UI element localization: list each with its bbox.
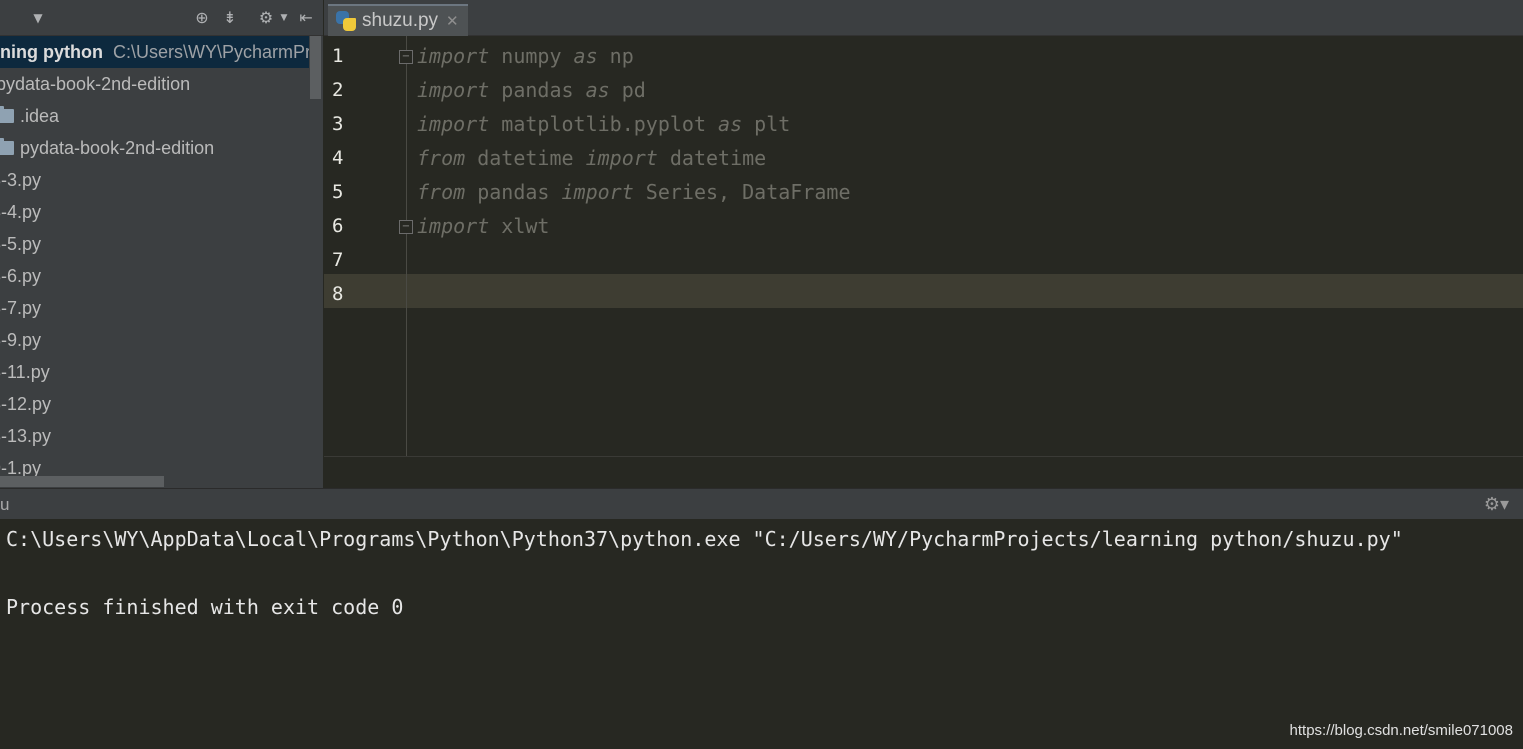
- tree-item[interactable]: 3-9.py: [0, 324, 41, 356]
- tree-item[interactable]: 3-5.py: [0, 228, 41, 260]
- console-exit-line: Process finished with exit code 0: [6, 595, 404, 619]
- close-icon[interactable]: ✕: [446, 12, 459, 30]
- dropdown-arrow-icon[interactable]: ▼: [28, 8, 48, 28]
- caret-line-highlight: [324, 274, 1523, 308]
- tree-horizontal-scrollbar[interactable]: [0, 475, 323, 488]
- project-tree: ning python C:\Users\WY\PycharmPro pydata…: [0, 36, 321, 478]
- code-line: from datetime import datetime: [417, 146, 767, 170]
- tree-item[interactable]: 3-4.py: [0, 196, 41, 228]
- project-path: C:\Users\WY\PycharmPro: [112, 42, 322, 62]
- fold-marker-icon[interactable]: −: [399, 220, 413, 234]
- editor-bottom-strip: [324, 456, 1523, 488]
- gutter-separator: [406, 36, 407, 456]
- code-line: from pandas import Series, DataFrame: [417, 180, 851, 204]
- tree-item-label: 3-12.py: [0, 394, 52, 414]
- code-editor: shuzu.py ✕ 1 2 3 4 5 6 7 8 − − import nu…: [324, 0, 1523, 488]
- tree-item-label: 3-6.py: [0, 266, 42, 286]
- hide-panel-icon[interactable]: ⇤: [296, 8, 316, 28]
- tree-item-label: 3-11.py: [0, 362, 50, 382]
- tab-shuzu-py[interactable]: shuzu.py ✕: [328, 4, 468, 36]
- tab-label: shuzu.py: [362, 10, 439, 31]
- tree-vertical-scrollbar[interactable]: [309, 36, 322, 476]
- tree-item-label: pydata-book-2nd-edition: [20, 138, 215, 158]
- line-number: 8: [332, 283, 344, 305]
- tree-item[interactable]: 3-12.py: [0, 388, 51, 420]
- tree-item-label: 3-4.py: [0, 202, 42, 222]
- python-file-icon: [336, 11, 356, 31]
- folder-icon: [0, 138, 14, 155]
- line-number: 3: [332, 113, 344, 135]
- line-number: 5: [332, 181, 344, 203]
- line-number: 6: [332, 215, 344, 237]
- tree-item[interactable]: 3-3.py: [0, 164, 41, 196]
- run-tab-label[interactable]: u: [0, 495, 9, 515]
- tree-item-label: 3-3.py: [0, 170, 42, 190]
- tree-item[interactable]: 3-11.py: [0, 356, 50, 388]
- run-panel: u ⚙▾ C:\Users\WY\AppData\Local\Programs\…: [0, 488, 1523, 749]
- tree-item[interactable]: 3-7.py: [0, 292, 41, 324]
- project-name: ning python: [0, 42, 103, 62]
- code-line: import xlwt: [417, 214, 550, 238]
- line-number: 2: [332, 79, 344, 101]
- line-number: 7: [332, 249, 344, 271]
- editor-tab-bar: shuzu.py ✕: [324, 0, 1523, 36]
- code-area[interactable]: 1 2 3 4 5 6 7 8 − − import numpy as np i…: [324, 36, 1523, 456]
- collapse-all-icon[interactable]: ⇟: [220, 8, 240, 28]
- tree-item-label: .idea: [20, 106, 60, 126]
- gear-dropdown-icon[interactable]: ▼: [274, 8, 294, 28]
- gear-icon[interactable]: ⚙: [256, 8, 276, 28]
- tree-item-project-root[interactable]: ning python C:\Users\WY\PycharmPro: [0, 36, 321, 68]
- tree-item-label: 3-7.py: [0, 298, 42, 318]
- code-line: import numpy as np: [417, 44, 634, 68]
- tree-item-label: 3-9.py: [0, 330, 42, 350]
- line-number: 4: [332, 147, 344, 169]
- console-command-line: C:\Users\WY\AppData\Local\Programs\Pytho…: [6, 527, 1403, 551]
- tree-item[interactable]: pydata-book-2nd-edition: [0, 68, 190, 100]
- folder-icon: [0, 106, 14, 123]
- project-toolbar: ▼ ⊕ ⇟ ⚙ ▼ ⇤: [0, 0, 323, 36]
- tree-item-label: pydata-book-2nd-edition: [0, 74, 191, 94]
- run-panel-header: u ⚙▾: [0, 488, 1523, 519]
- tree-item[interactable]: 3-13.py: [0, 420, 51, 452]
- code-line: import matplotlib.pyplot as plt: [417, 112, 791, 136]
- scrollbar-thumb[interactable]: [0, 476, 164, 487]
- gear-icon[interactable]: ⚙▾: [1484, 494, 1509, 515]
- fold-marker-icon[interactable]: −: [399, 50, 413, 64]
- scrollbar-thumb[interactable]: [310, 36, 321, 99]
- run-console[interactable]: C:\Users\WY\AppData\Local\Programs\Pytho…: [0, 519, 1523, 749]
- tree-item[interactable]: pydata-book-2nd-edition: [0, 132, 214, 164]
- project-panel: ▼ ⊕ ⇟ ⚙ ▼ ⇤ ning python C:\Users\WY\Pycha…: [0, 0, 323, 488]
- tree-item-label: 3-5.py: [0, 234, 42, 254]
- tree-item[interactable]: 3-6.py: [0, 260, 41, 292]
- tree-item[interactable]: .idea: [0, 100, 59, 132]
- line-number: 1: [332, 45, 344, 67]
- watermark: https://blog.csdn.net/smile071008: [1289, 722, 1513, 739]
- code-line: import pandas as pd: [417, 78, 646, 102]
- tree-item-label: 3-13.py: [0, 426, 52, 446]
- locate-icon[interactable]: ⊕: [192, 8, 212, 28]
